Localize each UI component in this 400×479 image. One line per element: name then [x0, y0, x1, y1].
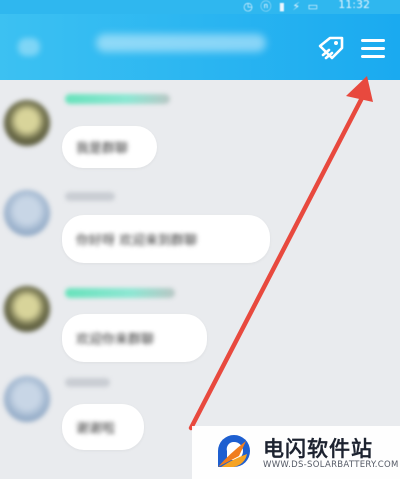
status-time: 11:32 [338, 0, 370, 11]
sender-name [65, 192, 115, 201]
avatar[interactable] [4, 286, 50, 332]
brand-name: 电闪软件站 [263, 437, 373, 461]
back-icon[interactable] [18, 38, 40, 56]
avatar[interactable] [4, 190, 50, 236]
message-bubble[interactable]: 谢谢啦 [62, 404, 144, 450]
tag-icon[interactable] [316, 36, 348, 62]
avatar[interactable] [4, 376, 50, 422]
sender-name [65, 94, 170, 104]
message-bubble[interactable]: 欢迎你来群聊 [62, 314, 207, 362]
message-text: 欢迎你来群聊 [76, 332, 155, 348]
message-bubble[interactable]: 我是群聊 [62, 126, 157, 168]
watermark: 电闪软件站 WWW.DS-SOLARBATTERY.COM [192, 426, 400, 479]
sender-name [65, 288, 175, 298]
chat-title [96, 34, 266, 52]
brand-logo [218, 435, 250, 467]
message-text: 我是群聊 [76, 141, 129, 157]
message-bubble[interactable]: 你好呀 欢迎来到群聊 [62, 215, 270, 263]
brand-url: WWW.DS-SOLARBATTERY.COM [263, 460, 399, 470]
message-text: 你好呀 欢迎来到群聊 [76, 233, 198, 249]
message-list[interactable]: 我是群聊 你好呀 欢迎来到群聊 欢迎你来群聊 谢谢啦 [0, 80, 400, 479]
status-icons: ◷ ⓝ ▮ ⚡ ▭ [243, 0, 320, 13]
status-bar: ◷ ⓝ ▮ ⚡ ▭ 11:32 [0, 0, 400, 14]
avatar[interactable] [4, 100, 50, 146]
menu-icon[interactable] [361, 39, 385, 59]
message-text: 谢谢啦 [76, 421, 116, 437]
chat-header [0, 14, 400, 80]
sender-name [65, 378, 110, 387]
